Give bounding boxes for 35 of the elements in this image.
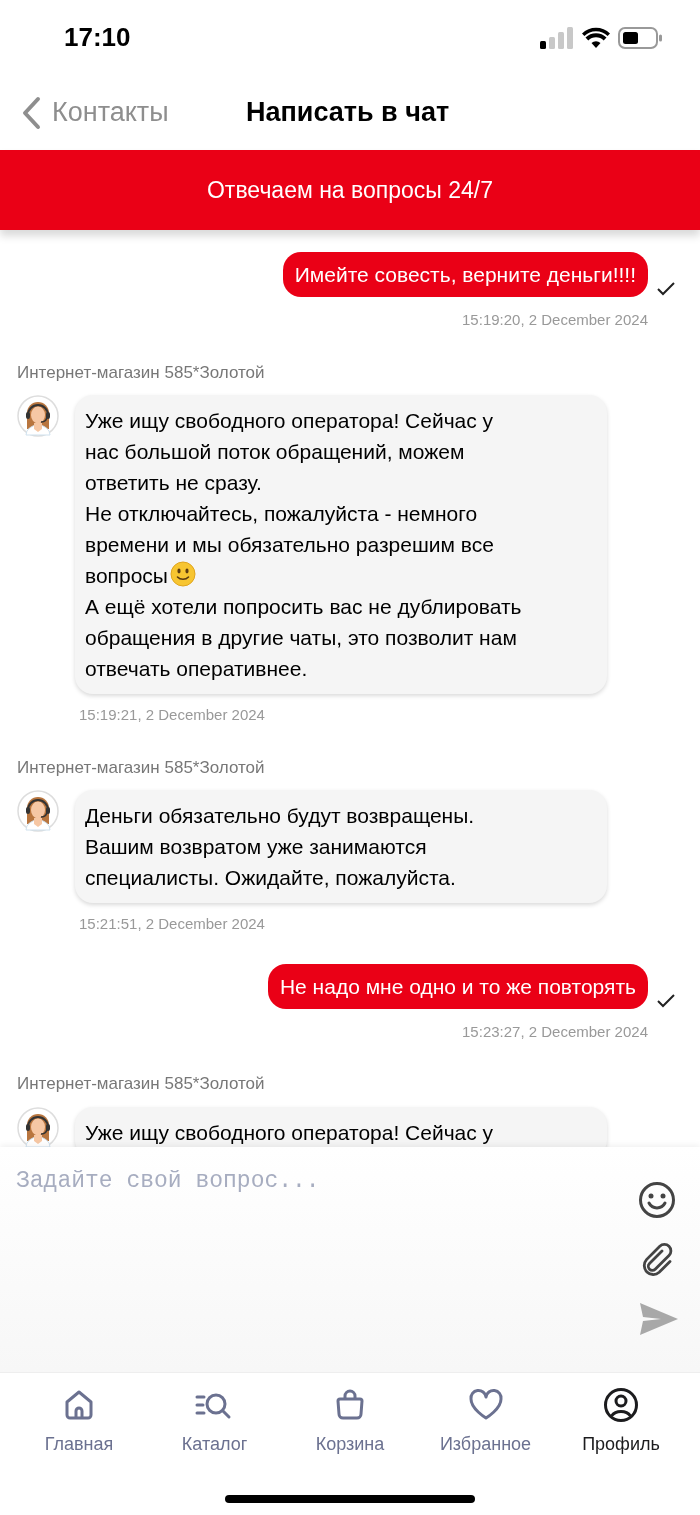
chevron-left-icon bbox=[20, 95, 42, 130]
message-text: Уже ищу свободного оператора! Сейчас у bbox=[85, 1120, 494, 1144]
emoji-button[interactable] bbox=[638, 1181, 676, 1219]
operator-avatar bbox=[17, 790, 59, 832]
message-timestamp: 15:21:51, 2 December 2024 bbox=[79, 914, 266, 934]
screen-title: Написать в чат bbox=[246, 96, 450, 130]
tab-bar-item[interactable]: Главная bbox=[20, 1387, 138, 1458]
operator-avatar bbox=[17, 395, 59, 437]
smiley-icon bbox=[638, 1181, 676, 1219]
profile-icon bbox=[603, 1387, 639, 1423]
sender-name: Интернет-магазин 585*Золотой bbox=[17, 1073, 266, 1095]
message-timestamp: 15:19:21, 2 December 2024 bbox=[79, 705, 266, 725]
info-banner: Отвечаем на вопросы 24/7 bbox=[0, 150, 700, 230]
message-text: Уже ищу свободного оператора! Сейчас у нас большой поток обращений, можем ответить не сразу. bbox=[85, 409, 494, 494]
message-text: Имейте совесть, верните деньги!!!! bbox=[294, 263, 636, 286]
message-input-field[interactable]: Задайте свой вопрос... bbox=[16, 1161, 616, 1201]
back-button[interactable]: Контакты bbox=[0, 92, 169, 133]
message-timestamp: 15:23:27, 2 December 2024 bbox=[462, 1021, 648, 1042]
tab-bar-item[interactable]: Корзина bbox=[291, 1387, 409, 1458]
sender-name: Интернет-магазин 585*Золотой bbox=[17, 756, 266, 779]
message-text: Не надо мне одно и то же повторять bbox=[279, 974, 636, 998]
sender-name: Интернет-магазин 585*Золотой bbox=[17, 361, 266, 384]
wifi-icon bbox=[582, 27, 610, 48]
message-text: Не отключайтесь, пожалуйста - немного времени и мы обязательно разрешим все вопросы bbox=[85, 502, 494, 587]
message-timestamp: 15:19:20, 2 December 2024 bbox=[462, 310, 648, 330]
message-text: А ещё хотели попросить вас не дублировать обращения в другие чаты, это позволит нам отвечать оперативнее. bbox=[85, 595, 522, 680]
heart-icon bbox=[467, 1388, 504, 1422]
send-icon bbox=[640, 1303, 678, 1335]
battery-icon bbox=[618, 26, 662, 49]
tab-bar-item[interactable]: Избранное bbox=[426, 1387, 545, 1458]
status-time: 17:10 bbox=[64, 21, 131, 54]
tab-bar-item[interactable]: Каталог bbox=[155, 1387, 274, 1458]
tab-bar-item[interactable]: Профиль bbox=[562, 1387, 680, 1458]
message-text: Деньги обязательно будут возвращены. Вашим возвратом уже занимаются специалисты. Ожидайте, пожалуйста. bbox=[85, 804, 475, 889]
signal-icon bbox=[540, 26, 574, 49]
